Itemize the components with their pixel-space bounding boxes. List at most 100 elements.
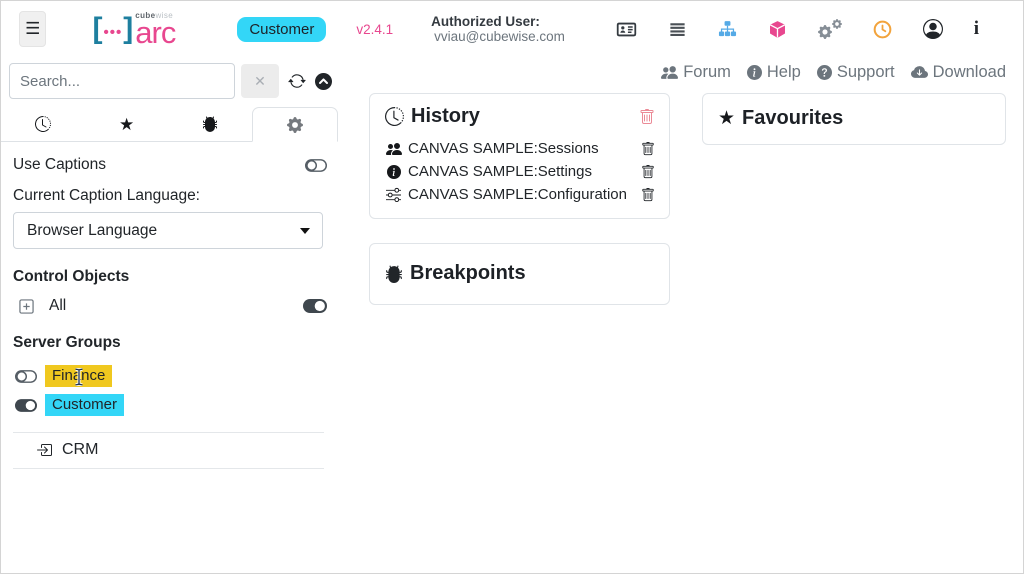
server-group-customer[interactable]: Customer [45, 394, 124, 416]
delete-history-item-button[interactable] [641, 165, 655, 179]
history-item-settings[interactable]: CANVAS SAMPLE:Settings [385, 160, 655, 183]
authorized-user: Authorized User: vviau@cubewise.com [431, 14, 616, 44]
chevron-up-circle-icon [315, 73, 332, 90]
trash-icon [641, 165, 655, 179]
history-item-label: CANVAS SAMPLE:Sessions [408, 140, 599, 157]
settings-panel: Use Captions Current Caption Language: B… [1, 142, 338, 469]
sidebar: ✕ ★ Use Captions Current Caption Languag… [1, 57, 338, 575]
header-toolbar: i [616, 18, 1023, 40]
arc-application: { "header": { "environment_badge": "Cust… [0, 0, 1024, 574]
caret-down-icon [300, 228, 310, 234]
download-link-label: Download [933, 63, 1006, 82]
authorized-user-label: Authorized User: [431, 14, 540, 29]
history-item-configuration[interactable]: CANVAS SAMPLE:Configuration [385, 183, 655, 206]
history-item-sessions[interactable]: CANVAS SAMPLE:Sessions [385, 137, 655, 160]
delete-history-item-button[interactable] [641, 142, 655, 156]
refresh-icon [288, 72, 306, 90]
delete-history-item-button[interactable] [641, 188, 655, 202]
forum-link[interactable]: Forum [661, 63, 731, 82]
use-captions-label: Use Captions [13, 156, 106, 174]
authorized-user-email: vviau@cubewise.com [434, 29, 565, 44]
clock-icon[interactable] [873, 20, 892, 39]
support-link[interactable]: Support [817, 63, 895, 82]
logo-brand: cubewise arc [135, 12, 175, 46]
tab-history[interactable] [1, 107, 85, 141]
breakpoints-card: Breakpoints [369, 243, 670, 305]
server-list: CRM [13, 432, 324, 469]
clear-history-button[interactable] [639, 109, 655, 125]
server-group-row-customer: Customer [13, 394, 324, 416]
info-circle-icon [747, 65, 762, 80]
finance-toggle[interactable] [15, 370, 37, 383]
cube-icon[interactable] [768, 20, 787, 39]
sitemap-icon[interactable] [718, 20, 737, 38]
logo-arc-text: arc [135, 20, 175, 46]
collapse-button[interactable] [315, 73, 332, 90]
support-link-label: Support [837, 63, 895, 82]
tab-favourites[interactable]: ★ [85, 107, 169, 141]
gears-icon[interactable] [818, 19, 842, 39]
history-item-label: CANVAS SAMPLE:Configuration [408, 186, 627, 203]
bug-icon [202, 116, 218, 132]
question-circle-icon [817, 65, 832, 80]
server-groups-heading: Server Groups [13, 334, 324, 352]
search-input[interactable] [9, 63, 235, 99]
help-link-label: Help [767, 63, 801, 82]
users-icon [385, 141, 402, 157]
environment-badge[interactable]: Customer [237, 17, 326, 42]
sliders-icon [385, 187, 402, 202]
help-link[interactable]: Help [747, 63, 801, 82]
favourites-card-header: ★ Favourites [718, 107, 991, 130]
cubewise-arc-logo[interactable]: [ ••• ] cubewise arc [92, 12, 175, 46]
clear-search-button[interactable]: ✕ [241, 64, 279, 98]
top-header: ☰ [ ••• ] cubewise arc Customer v2.4.1 A… [1, 1, 1023, 57]
forum-link-label: Forum [683, 63, 731, 82]
search-row: ✕ [1, 57, 338, 105]
user-circle-icon[interactable] [923, 19, 943, 39]
quick-links: Forum Help Support Download [702, 63, 1006, 82]
history-icon [35, 116, 51, 132]
hamburger-icon: ☰ [25, 19, 40, 39]
hamburger-menu-button[interactable]: ☰ [19, 11, 46, 47]
breakpoints-card-title: Breakpoints [410, 262, 526, 285]
favourites-card: ★ Favourites [702, 93, 1006, 145]
logo-dots: ••• [103, 24, 122, 41]
star-icon: ★ [718, 109, 735, 128]
history-list: CANVAS SAMPLE:Sessions CANVAS SAMPLE:Set… [385, 137, 655, 206]
server-group-finance[interactable]: Finance [45, 365, 112, 387]
server-group-row-finance: Finance [13, 365, 324, 387]
control-objects-heading: Control Objects [13, 268, 324, 286]
control-objects-all-toggle[interactable] [303, 299, 327, 313]
x-icon: ✕ [254, 73, 266, 89]
expand-plus-icon[interactable] [19, 299, 34, 314]
address-card-icon[interactable] [616, 20, 637, 39]
server-name: CRM [62, 441, 98, 459]
logo-bracket-close: ] [123, 14, 133, 44]
sidebar-tabbar: ★ [1, 107, 338, 142]
info-icon[interactable]: i [974, 18, 979, 40]
download-link[interactable]: Download [911, 63, 1006, 82]
bug-icon [385, 265, 403, 283]
breakpoints-card-header: Breakpoints [385, 262, 655, 285]
cloud-download-icon [911, 64, 928, 81]
history-card-title: History [411, 105, 480, 128]
refresh-button[interactable] [288, 72, 306, 90]
main-area: History CANVAS SAMPLE:Sessions CANVAS SA… [338, 57, 1023, 575]
history-item-label: CANVAS SAMPLE:Settings [408, 163, 592, 180]
trash-icon [641, 142, 655, 156]
caption-language-select[interactable]: Browser Language [13, 212, 323, 249]
control-objects-all-label: All [49, 297, 66, 315]
use-captions-toggle[interactable] [305, 159, 327, 172]
history-card-header: History [385, 105, 655, 128]
sign-in-icon [36, 442, 52, 458]
users-icon [661, 64, 678, 81]
tab-breakpoints[interactable] [169, 107, 253, 141]
tab-settings[interactable] [252, 107, 338, 142]
history-card: History CANVAS SAMPLE:Sessions CANVAS SA… [369, 93, 670, 219]
customer-toggle[interactable] [15, 399, 37, 412]
list-icon[interactable] [668, 20, 687, 39]
right-column: Forum Help Support Download ★ [702, 63, 1006, 145]
info-circle-icon [385, 165, 402, 179]
server-item-crm[interactable]: CRM [13, 433, 324, 468]
trash-icon [639, 109, 655, 125]
